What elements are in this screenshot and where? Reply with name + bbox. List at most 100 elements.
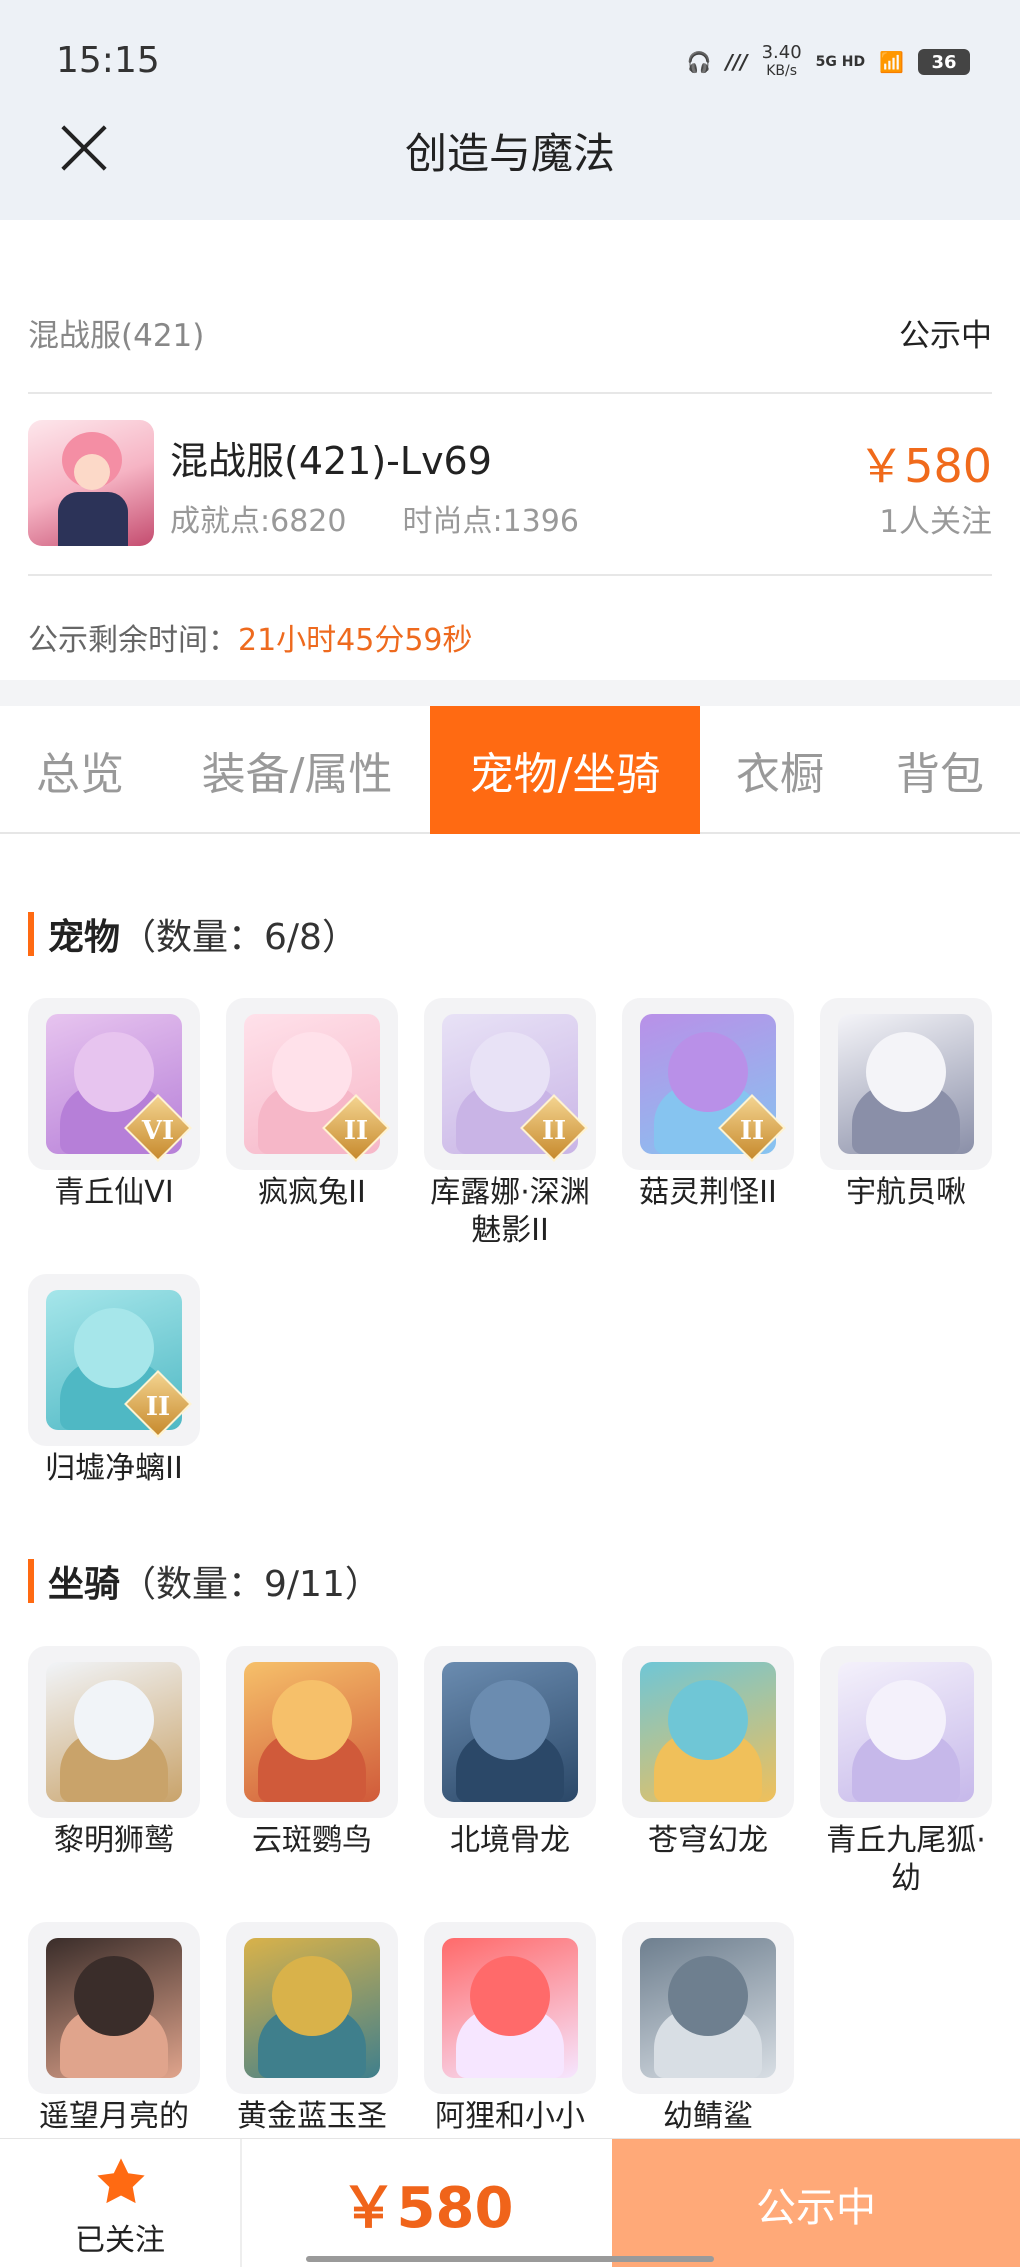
net-speed-value: 3.40 (761, 42, 802, 63)
wifi-icon: 📶 (879, 50, 904, 74)
signal-icon: 5G HD (815, 54, 866, 70)
remaining-time: 公示剩余时间：21小时45分59秒 (28, 615, 473, 659)
mounts-section-title: 坐骑 （数量：9/11） (28, 1555, 381, 1607)
mount-thumbnail (28, 1922, 200, 2094)
pet-item[interactable]: VI 青丘仙VI (28, 998, 200, 1212)
pet-name: 疯疯兔II (258, 1175, 366, 1210)
character-avatar (28, 420, 154, 546)
pet-item[interactable]: II 疯疯兔II (226, 998, 398, 1212)
net-speed-unit: KB/s (766, 63, 797, 79)
mount-item[interactable]: 遥望月亮的 (28, 1922, 200, 2136)
rank-badge-label: II (739, 1115, 765, 1146)
tab-wardrobe[interactable]: 衣橱 (710, 706, 850, 834)
listing-status: 公示中 (899, 318, 992, 354)
pets-section-title: 宠物 （数量：6/8） (28, 908, 358, 960)
fashion-points: 时尚点:1396 (402, 504, 579, 539)
pet-name: 青丘仙VI (54, 1175, 174, 1210)
mount-item[interactable]: 云斑鹦鸟 (226, 1646, 398, 1860)
section-marker (28, 1559, 34, 1603)
pet-item[interactable]: II 归墟净螭II (28, 1274, 200, 1488)
status-bar: 15:15 🎧 /// 3.40 KB/s 5G HD 📶 36 (0, 0, 1020, 125)
pet-item[interactable]: II 菇灵荆怪II (622, 998, 794, 1212)
mount-name: 遥望月亮的 (39, 2099, 189, 2134)
mount-name: 苍穹幻龙 (648, 1823, 768, 1858)
mount-thumbnail (226, 1922, 398, 2094)
mount-name: 云斑鹦鸟 (252, 1823, 372, 1858)
bottom-price: ￥580 (340, 2176, 514, 2241)
rank-badge-label: II (541, 1115, 567, 1146)
mount-item[interactable]: 阿狸和小小 (424, 1922, 596, 2136)
mounts-title: 坐骑 (48, 1564, 121, 1605)
status-time: 15:15 (56, 40, 160, 81)
mount-item[interactable]: 黎明狮鹫 (28, 1646, 200, 1860)
mount-item[interactable]: 苍穹幻龙 (622, 1646, 794, 1860)
pets-count: （数量：6/8） (120, 917, 358, 958)
pet-thumbnail: II (424, 998, 596, 1170)
tab-pets-mounts[interactable]: 宠物/坐骑 (430, 706, 700, 834)
follow-button[interactable]: 已关注 (0, 2139, 242, 2267)
pets-title: 宠物 (48, 917, 121, 958)
headset-icon: 🎧 (686, 50, 712, 74)
pet-item[interactable]: 宇航员啾 (820, 998, 992, 1212)
achievement-points: 成就点:6820 (170, 504, 347, 539)
tab-backpack[interactable]: 背包 (870, 706, 1010, 834)
home-indicator (306, 2256, 714, 2262)
pet-name: 归墟净螭II (45, 1451, 183, 1486)
follow-label: 已关注 (75, 2223, 165, 2258)
character-stats: 成就点:6820 时尚点:1396 (170, 496, 579, 540)
character-row[interactable]: 混战服(421)-Lv69 成就点:6820 时尚点:1396 ￥580 1人关… (28, 420, 992, 548)
top-bar: 15:15 🎧 /// 3.40 KB/s 5G HD 📶 36 创造与魔法 (0, 0, 1020, 220)
mount-item[interactable]: 黄金蓝玉圣 (226, 1922, 398, 2136)
pet-thumbnail: II (622, 998, 794, 1170)
mount-item[interactable]: 北境骨龙 (424, 1646, 596, 1860)
section-marker (28, 912, 34, 956)
rank-badge-label: VI (141, 1115, 175, 1146)
character-name: 混战服(421)-Lv69 (170, 439, 492, 483)
server-name: 混战服(421) (28, 318, 205, 354)
mounts-count: （数量：9/11） (120, 1564, 381, 1605)
rank-badge-label: II (145, 1391, 171, 1422)
carrier-icon: /// (725, 50, 748, 74)
net-speed: 3.40 KB/s (762, 44, 802, 80)
star-icon (97, 2158, 145, 2204)
status-icons: 🎧 /// 3.40 KB/s 5G HD 📶 36 (687, 44, 970, 80)
pet-thumbnail: II (28, 1274, 200, 1446)
tab-overview[interactable]: 总览 (0, 706, 160, 834)
battery-icon: 36 (918, 49, 970, 75)
mount-item[interactable]: 青丘九尾狐·幼 (820, 1646, 992, 1898)
mount-thumbnail (622, 1646, 794, 1818)
pet-thumbnail (820, 998, 992, 1170)
mount-thumbnail (622, 1922, 794, 2094)
listing-card: 混战服(421) 公示中 混战服(421)-Lv69 成就点:6820 时尚点:… (0, 220, 1020, 680)
mount-thumbnail (820, 1646, 992, 1818)
server-row: 混战服(421) 公示中 (28, 310, 992, 354)
pet-thumbnail: VI (28, 998, 200, 1170)
mount-thumbnail (28, 1646, 200, 1818)
pet-thumbnail: II (226, 998, 398, 1170)
mount-name: 北境骨龙 (450, 1823, 570, 1858)
pet-name: 库露娜·深渊魅影II (430, 1175, 590, 1248)
listing-price: ￥580 (858, 439, 992, 493)
divider (28, 574, 992, 576)
section-gap (0, 680, 1020, 706)
mount-name: 青丘九尾狐·幼 (826, 1823, 986, 1896)
mount-item[interactable]: 幼鲭鲨 (622, 1922, 794, 2136)
remaining-time-label: 公示剩余时间： (28, 623, 238, 658)
mount-name: 黎明狮鹫 (54, 1823, 174, 1858)
divider (28, 392, 992, 394)
follower-count: 1人关注 (879, 504, 992, 540)
mount-name: 黄金蓝玉圣 (237, 2099, 387, 2134)
status-button[interactable]: 公示中 (612, 2139, 1020, 2267)
pet-name: 宇航员啾 (846, 1175, 966, 1210)
tab-bar: 总览 装备/属性 宠物/坐骑 衣橱 背包 (0, 706, 1020, 834)
mount-name: 幼鲭鲨 (663, 2099, 753, 2134)
remaining-time-value: 21小时45分59秒 (238, 623, 473, 658)
nav-bar: 创造与魔法 (0, 110, 1020, 220)
mount-thumbnail (424, 1922, 596, 2094)
mount-name: 阿狸和小小 (435, 2099, 585, 2134)
rank-badge-label: II (343, 1115, 369, 1146)
pet-name: 菇灵荆怪II (639, 1175, 777, 1210)
tab-equipment[interactable]: 装备/属性 (178, 706, 416, 834)
mount-thumbnail (226, 1646, 398, 1818)
pet-item[interactable]: II 库露娜·深渊魅影II (424, 998, 596, 1250)
